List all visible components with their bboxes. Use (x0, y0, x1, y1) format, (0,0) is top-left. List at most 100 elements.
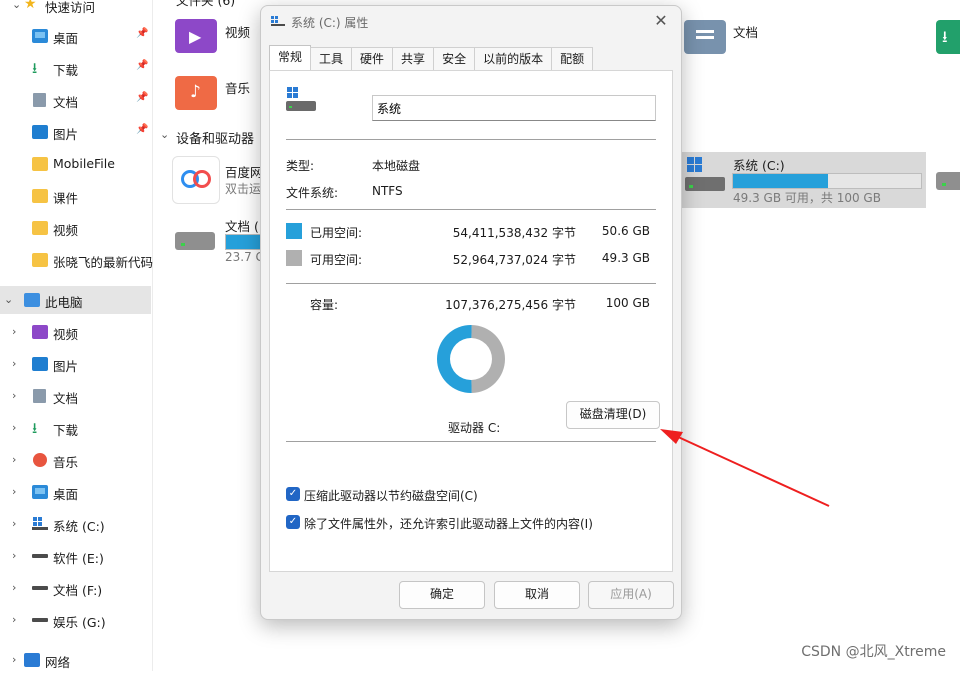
windows-drive-icon (685, 157, 725, 191)
chevron-down-icon[interactable]: ⌄ (160, 128, 169, 141)
videos-folder-icon[interactable]: ▶ (175, 19, 217, 53)
nav-item-desktop-pc[interactable]: › 桌面 (0, 478, 151, 506)
tab-security[interactable]: 安全 (433, 47, 476, 70)
nav-label: 视频 (53, 327, 79, 342)
star-icon: ★ (24, 0, 37, 12)
ok-button[interactable]: 确定 (399, 581, 485, 609)
chevron-right-icon[interactable]: › (12, 325, 16, 338)
nav-item-mobilefile[interactable]: MobileFile (0, 150, 151, 178)
chevron-right-icon[interactable]: › (12, 613, 16, 626)
nav-item-pictures-pc[interactable]: › 图片 (0, 350, 151, 378)
chevron-right-icon[interactable]: › (12, 357, 16, 370)
nav-item-drive-c[interactable]: › 系统 (C:) (0, 510, 151, 538)
drive-icon (32, 554, 48, 558)
nav-label: 软件 (E:) (53, 551, 104, 566)
chevron-right-icon[interactable]: › (12, 389, 16, 402)
chevron-down-icon[interactable]: ⌄ (4, 293, 13, 306)
disk-cleanup-button[interactable]: 磁盘清理(D) (566, 401, 660, 429)
drive-f-icon[interactable] (175, 232, 215, 250)
chevron-right-icon[interactable]: › (12, 653, 16, 666)
nav-item-documents-pc[interactable]: › 文档 (0, 382, 151, 410)
chevron-right-icon[interactable]: › (12, 485, 16, 498)
nav-item-videos-folder[interactable]: 视频 (0, 214, 151, 242)
nav-item-drive-g[interactable]: › 娱乐 (G:) (0, 606, 151, 634)
baidu-name[interactable]: 百度网 (225, 162, 263, 181)
drive-name-field[interactable] (372, 95, 656, 121)
desktop-icon (32, 485, 48, 499)
nav-item-pictures[interactable]: 图片 📌 (0, 118, 151, 146)
filesystem-label: 文件系统: (286, 186, 339, 200)
navigation-pane: ⌄ ★ 快速访问 桌面 📌 ⭳ 下载 📌 文档 📌 图片 📌 MobileFil… (0, 0, 153, 671)
drive-c-usage-bar (732, 173, 922, 189)
nav-item-courseware[interactable]: 课件 (0, 182, 151, 210)
nav-item-drive-e[interactable]: › 软件 (E:) (0, 542, 151, 570)
tab-previous-versions[interactable]: 以前的版本 (474, 47, 553, 70)
drive-f-usage-bar (225, 234, 261, 250)
folders-group-header[interactable]: 文件夹 (6) (176, 0, 235, 9)
documents-folder-icon[interactable] (684, 20, 726, 54)
nav-label: 课件 (53, 191, 79, 206)
nav-label: 下载 (53, 63, 79, 78)
cancel-button[interactable]: 取消 (494, 581, 580, 609)
index-label[interactable]: 除了文件属性外，还允许索引此驱动器上文件的内容(I) (304, 515, 593, 532)
chevron-right-icon[interactable]: › (12, 421, 16, 434)
nav-item-music[interactable]: › 音乐 (0, 446, 151, 474)
desktop-icon (32, 29, 48, 43)
nav-this-pc[interactable]: ⌄ 此电脑 (0, 286, 151, 314)
chevron-right-icon[interactable]: › (12, 581, 16, 594)
nav-item-desktop[interactable]: 桌面 📌 (0, 22, 151, 50)
nav-item-latest-code[interactable]: 张晓飞的最新代码 (0, 246, 153, 274)
folder-name[interactable]: 音乐 (225, 78, 250, 97)
folder-name[interactable]: 文档 (733, 22, 758, 41)
drive-c-tile[interactable]: 系统 (C:) 49.3 GB 可用，共 100 GB (680, 152, 926, 208)
apply-button[interactable]: 应用(A) (588, 581, 674, 609)
chevron-right-icon[interactable]: › (12, 453, 16, 466)
nav-item-drive-f[interactable]: › 文档 (F:) (0, 574, 151, 602)
downloads-folder-icon[interactable]: ⭳ (936, 20, 960, 54)
tab-general[interactable]: 常规 (269, 45, 312, 71)
nav-item-downloads-pc[interactable]: › ⭳ 下载 (0, 414, 151, 442)
drive-e-icon[interactable] (936, 172, 960, 190)
nav-network[interactable]: › 网络 (0, 646, 151, 674)
videos-icon (32, 325, 48, 339)
compress-checkbox[interactable]: ✓ (286, 487, 300, 501)
free-space-label: 可用空间: (310, 253, 363, 267)
pin-icon: 📌 (136, 92, 149, 103)
close-icon[interactable]: ✕ (651, 11, 671, 30)
pictures-icon (32, 357, 48, 371)
tab-quota[interactable]: 配额 (551, 47, 594, 70)
chevron-right-icon[interactable]: › (12, 549, 16, 562)
pictures-icon (32, 125, 48, 139)
properties-dialog: 系统 (C:) 属性 ✕ 常规 工具 硬件 共享 安全 以前的版本 配额 类型:… (260, 5, 682, 620)
divider (286, 441, 656, 442)
nav-item-downloads[interactable]: ⭳ 下载 📌 (0, 54, 151, 82)
music-folder-icon[interactable]: ♪ (175, 76, 217, 110)
tab-sharing[interactable]: 共享 (392, 47, 435, 70)
dialog-title: 系统 (C:) 属性 (291, 16, 369, 30)
tab-hardware[interactable]: 硬件 (351, 47, 394, 70)
devices-group-header[interactable]: 设备和驱动器 (176, 128, 254, 147)
chevron-down-icon[interactable]: ⌄ (12, 0, 21, 11)
nav-item-videos[interactable]: › 视频 (0, 318, 151, 346)
nav-item-documents[interactable]: 文档 📌 (0, 86, 151, 114)
chevron-right-icon[interactable]: › (12, 517, 16, 530)
windows-drive-icon (271, 16, 285, 26)
capacity-gb: 100 GB (605, 296, 650, 310)
used-space-bytes: 54,411,538,432 字节 (452, 226, 576, 240)
used-space-gb: 50.6 GB (601, 224, 650, 238)
drive-f-free: 23.7 G (225, 250, 265, 264)
nav-quick-access[interactable]: ⌄ ★ 快速访问 (0, 0, 151, 19)
usage-donut-chart (436, 325, 505, 393)
document-icon (33, 389, 46, 403)
tab-tools[interactable]: 工具 (310, 47, 353, 70)
general-tab-panel: 类型: 本地磁盘 文件系统: NTFS 已用空间: 54,411,538,432… (269, 70, 673, 572)
folder-icon (32, 189, 48, 203)
compress-label[interactable]: 压缩此驱动器以节约磁盘空间(C) (304, 487, 478, 504)
baidu-netdisk-icon[interactable] (172, 156, 220, 204)
music-note-icon: ♪ (190, 82, 201, 102)
nav-label: 系统 (C:) (53, 519, 105, 534)
folder-name[interactable]: 视频 (225, 22, 250, 41)
pin-icon: 📌 (136, 28, 149, 39)
donut-free-segment (471, 325, 505, 393)
index-checkbox[interactable]: ✓ (286, 515, 300, 529)
